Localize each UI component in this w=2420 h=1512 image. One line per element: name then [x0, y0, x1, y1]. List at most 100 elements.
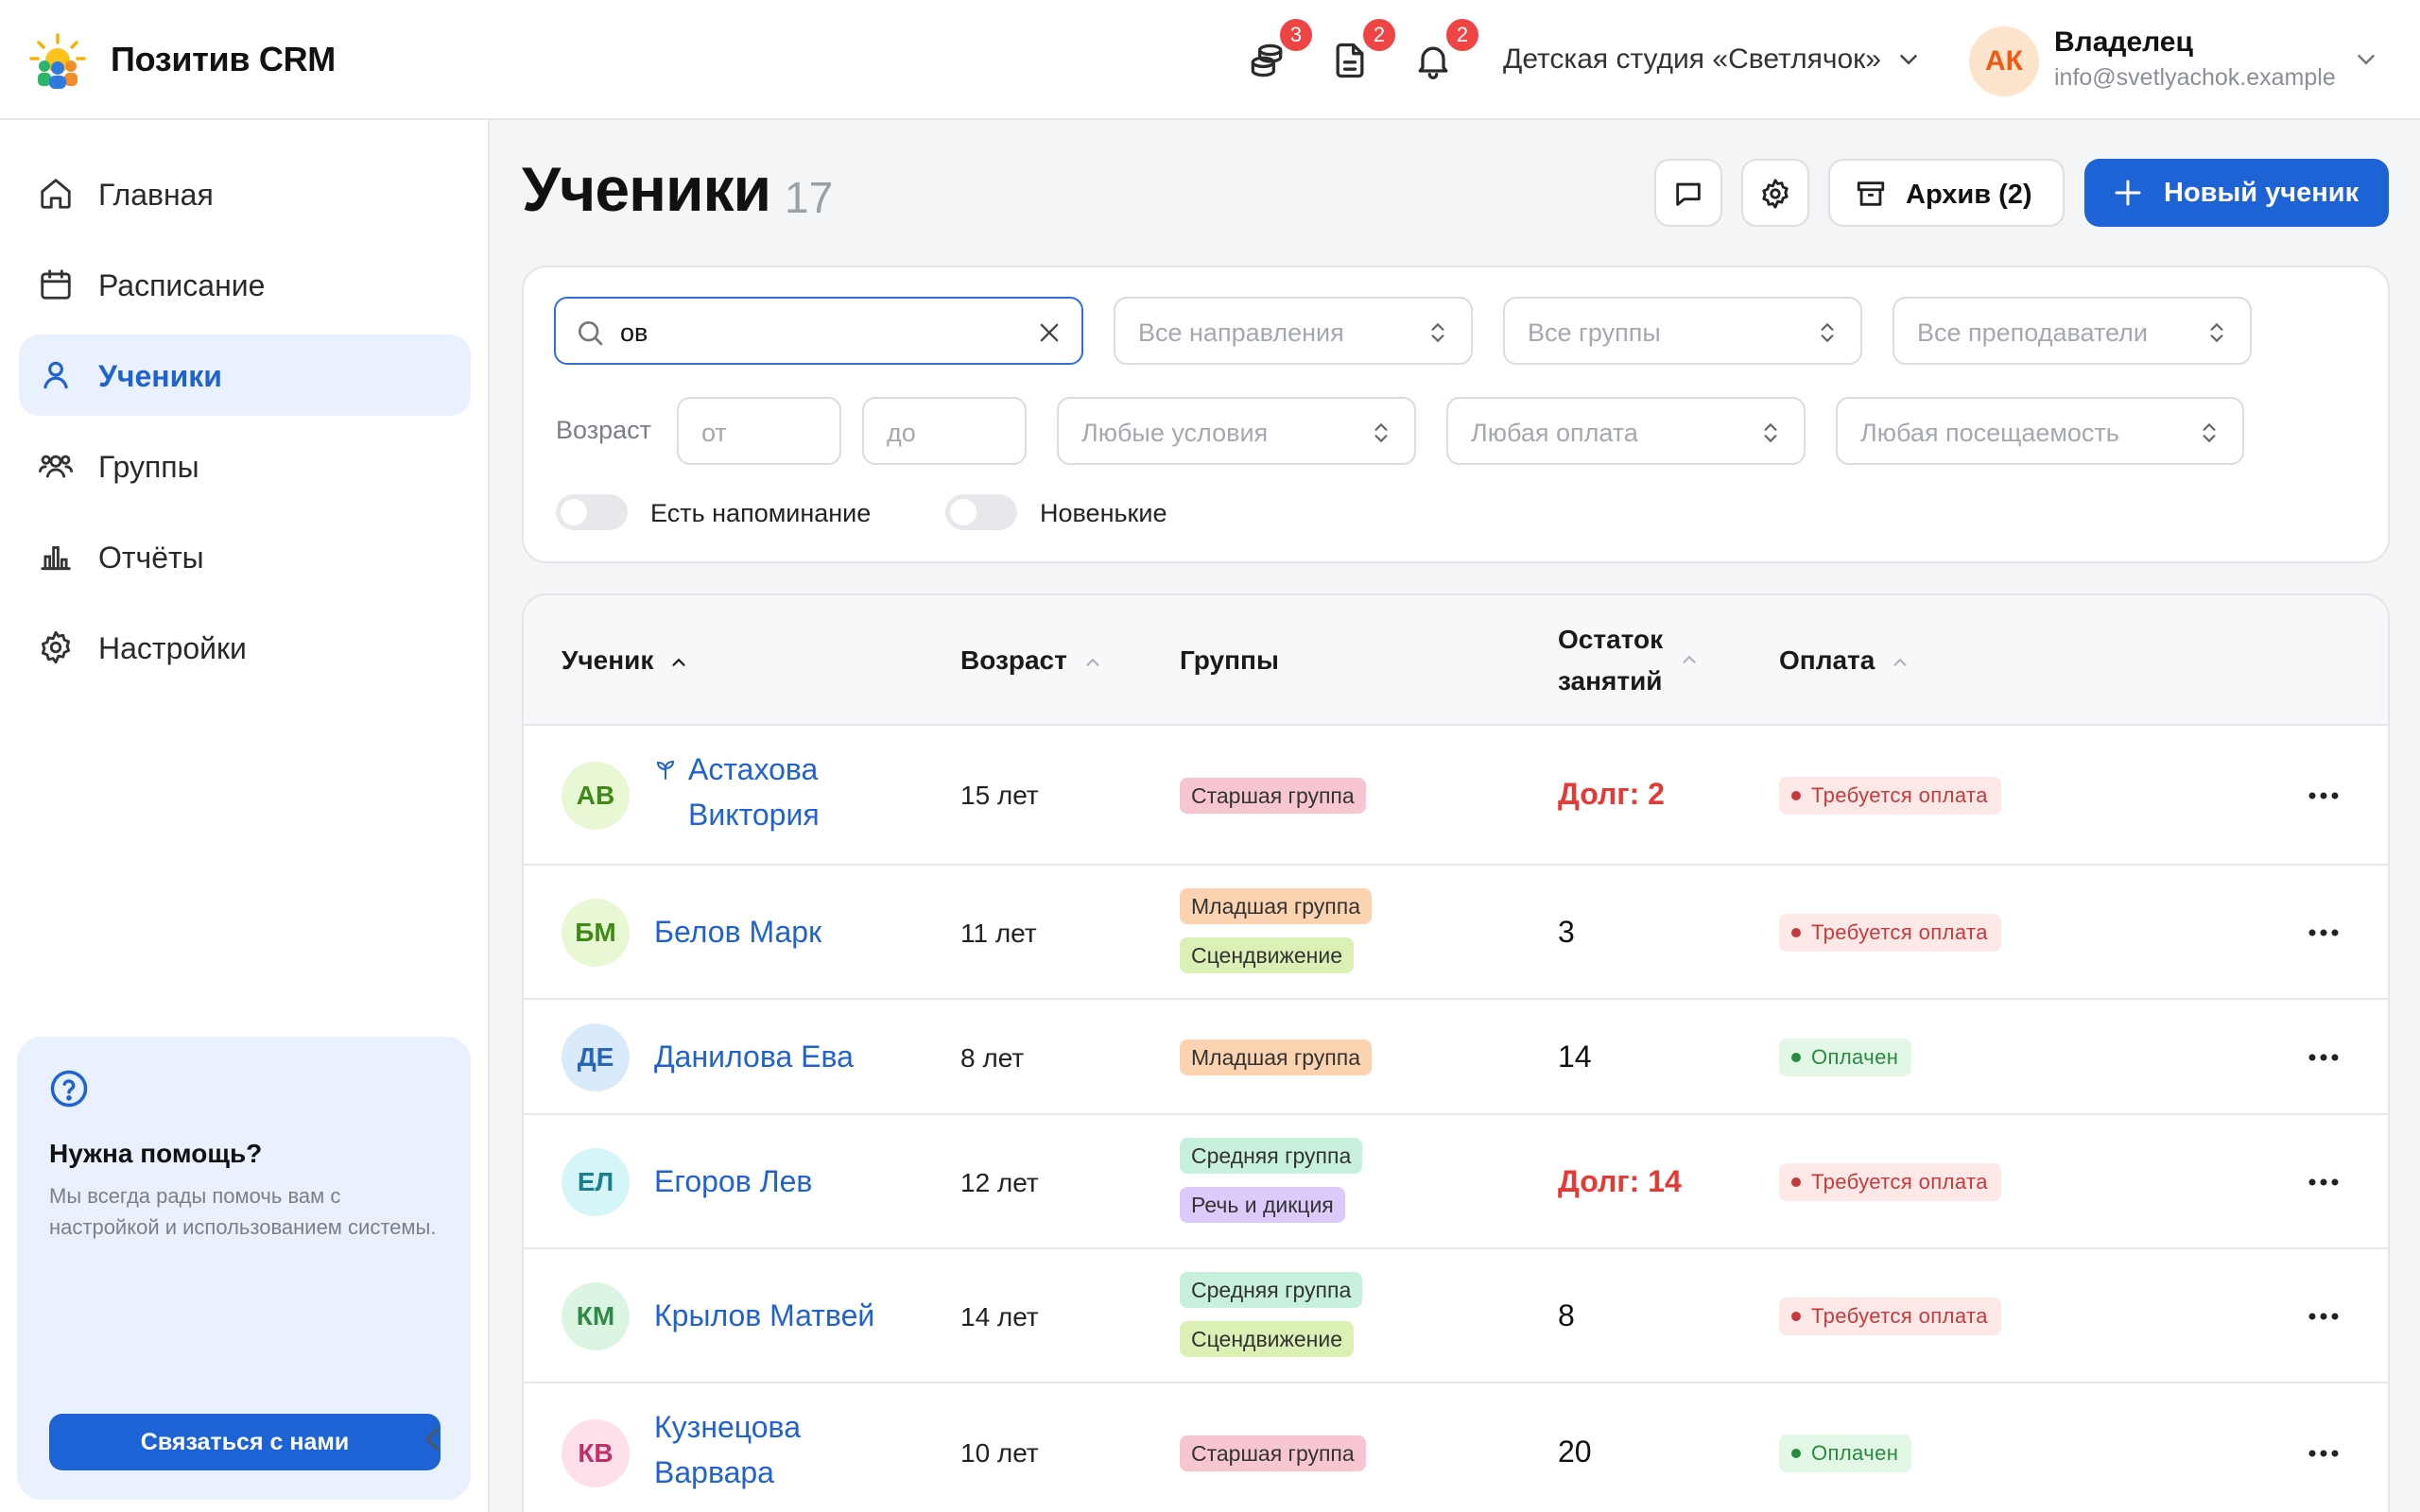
payment-select[interactable]: Любая оплата	[1446, 397, 1806, 465]
column-student[interactable]: Ученик	[562, 640, 689, 681]
sidebar-item-students[interactable]: Ученики	[19, 335, 471, 416]
student-name-line: Астахова	[688, 752, 819, 786]
more-icon[interactable]	[2307, 1311, 2341, 1322]
plus-icon	[2115, 180, 2141, 206]
sidebar-item-home[interactable]: Главная	[19, 153, 471, 234]
attendance-select[interactable]: Любая посещаемость	[1836, 397, 2244, 465]
column-payment[interactable]: Оплата	[1779, 640, 1910, 681]
more-icon[interactable]	[2307, 927, 2341, 938]
group-tag[interactable]: Младшая группа	[1180, 1040, 1373, 1075]
student-age: 10 лет	[960, 1438, 1039, 1468]
student-name-link[interactable]: Кузнецова Варвара	[654, 1404, 801, 1495]
search-input[interactable]: ов	[554, 297, 1083, 365]
table-row[interactable]: КВ Кузнецова Варвара 10 лет Старшая груп…	[524, 1383, 2388, 1512]
group-tag[interactable]: Младшая группа	[1180, 888, 1373, 924]
notifications-button[interactable]: 2	[1412, 19, 1478, 81]
conditions-value: Любые условия	[1081, 419, 1269, 447]
chevron-up-down-icon	[2210, 322, 2223, 343]
calendar-icon	[41, 269, 71, 300]
group-tag[interactable]: Средняя группа	[1180, 1138, 1363, 1174]
more-icon[interactable]	[2307, 790, 2341, 801]
search-value: ов	[620, 318, 648, 347]
sort-up-icon	[1893, 658, 1907, 666]
settings-button[interactable]	[1741, 159, 1809, 227]
sidebar-item-reports[interactable]: Отчёты	[19, 516, 471, 597]
table-row[interactable]: АВ Астахова Виктория 15 лет Старшая груп…	[524, 726, 2388, 866]
archive-button[interactable]: Архив (2)	[1828, 159, 2065, 227]
student-age: 12 лет	[960, 1168, 1039, 1197]
documents-button[interactable]: 2	[1329, 19, 1395, 81]
payments-button[interactable]: 3	[1246, 19, 1312, 81]
sidebar: Главная Расписание Ученики Группы Отчёты…	[0, 120, 490, 1512]
org-selector[interactable]: Детская студия «Светлячок»	[1503, 43, 1881, 76]
group-tag[interactable]: Старшая группа	[1180, 778, 1366, 814]
more-icon[interactable]	[2307, 1052, 2341, 1063]
payments-badge: 3	[1280, 19, 1312, 51]
sidebar-item-label: Главная	[98, 178, 214, 212]
student-name-link[interactable]: Крылов Матвей	[654, 1293, 874, 1338]
chevron-up-down-icon	[1431, 322, 1444, 343]
student-name-link[interactable]: Астахова Виктория	[688, 747, 820, 837]
comments-button[interactable]	[1654, 159, 1722, 227]
new-students-toggle[interactable]	[945, 494, 1017, 530]
payment-status-badge: Требуется оплата	[1779, 777, 2001, 815]
home-icon	[41, 179, 71, 209]
bell-icon	[1418, 46, 1448, 79]
group-tag[interactable]: Старшая группа	[1180, 1435, 1366, 1471]
student-name-line: Варвара	[654, 1455, 774, 1489]
table-row[interactable]: КМ Крылов Матвей 14 лет Средняя группа С…	[524, 1249, 2388, 1383]
column-age[interactable]: Возраст	[960, 640, 1103, 681]
filters-panel: ов Все направления Все группы Все препод…	[522, 266, 2390, 563]
users-icon	[38, 455, 74, 478]
sidebar-item-settings[interactable]: Настройки	[19, 607, 471, 688]
help-text: Мы всегда рады помочь вам с настройкой и…	[49, 1184, 437, 1239]
reminder-toggle[interactable]	[556, 494, 628, 530]
column-age-label: Возраст	[960, 645, 1067, 675]
sidebar-item-label: Группы	[98, 450, 199, 484]
table-row[interactable]: ЕЛ Егоров Лев 12 лет Средняя группа Речь…	[524, 1115, 2388, 1249]
clear-icon[interactable]	[1036, 319, 1063, 346]
teachers-select[interactable]: Все преподаватели	[1893, 297, 2252, 365]
collapse-sidebar-icon[interactable]	[416, 1422, 450, 1456]
chevron-up-down-icon	[1821, 322, 1834, 343]
group-tag[interactable]: Сцендвижение	[1180, 1321, 1355, 1357]
student-age: 11 лет	[960, 919, 1037, 948]
sidebar-item-groups[interactable]: Группы	[19, 425, 471, 507]
teachers-value: Все преподаватели	[1917, 318, 2148, 347]
column-remaining-label: занятий	[1558, 666, 1663, 696]
new-student-button[interactable]: Новый ученик	[2084, 159, 2389, 227]
payment-value: Любая оплата	[1471, 419, 1638, 447]
chat-bubble-icon	[1676, 182, 1701, 206]
sun-logo-icon[interactable]	[28, 32, 87, 91]
search-icon	[579, 321, 603, 346]
more-icon[interactable]	[2307, 1448, 2341, 1459]
conditions-select[interactable]: Любые условия	[1057, 397, 1416, 465]
groups-select[interactable]: Все группы	[1503, 297, 1862, 365]
group-tag[interactable]: Средняя группа	[1180, 1272, 1363, 1308]
chevron-down-icon[interactable]	[2352, 45, 2380, 74]
column-remaining[interactable]: Остаток занятий	[1558, 619, 1696, 702]
student-name-link[interactable]: Белов Марк	[654, 909, 821, 954]
student-name-link[interactable]: Егоров Лев	[654, 1159, 812, 1204]
sidebar-item-schedule[interactable]: Расписание	[19, 244, 471, 325]
sidebar-item-label: Расписание	[98, 268, 266, 302]
user-avatar[interactable]: АК	[1969, 26, 2039, 96]
contact-us-button[interactable]: Связаться с нами	[49, 1414, 441, 1470]
student-name-link[interactable]: Данилова Ева	[654, 1034, 854, 1079]
directions-select[interactable]: Все направления	[1114, 297, 1473, 365]
sort-up-icon	[1085, 658, 1099, 666]
more-icon[interactable]	[2307, 1177, 2341, 1188]
top-header: Позитив CRM 3 2 2 Детская студия «Светля…	[0, 0, 2420, 120]
sidebar-item-label: Ученики	[98, 359, 222, 393]
payment-status-badge: Требуется оплата	[1779, 1297, 2001, 1335]
group-tag[interactable]: Речь и дикция	[1180, 1187, 1345, 1223]
table-row[interactable]: БМ Белов Марк 11 лет Младшая группа Сцен…	[524, 866, 2388, 1000]
group-tag[interactable]: Сцендвижение	[1180, 937, 1355, 973]
chevron-down-icon[interactable]	[1894, 45, 1923, 74]
table-row[interactable]: ДЕ Данилова Ева 8 лет Младшая группа 14 …	[524, 1000, 2388, 1115]
age-to-input[interactable]: до	[862, 397, 1027, 465]
age-from-input[interactable]: от	[677, 397, 841, 465]
column-groups: Группы	[1180, 640, 1279, 681]
gear-icon	[1762, 179, 1789, 209]
coins-icon	[1251, 43, 1283, 77]
